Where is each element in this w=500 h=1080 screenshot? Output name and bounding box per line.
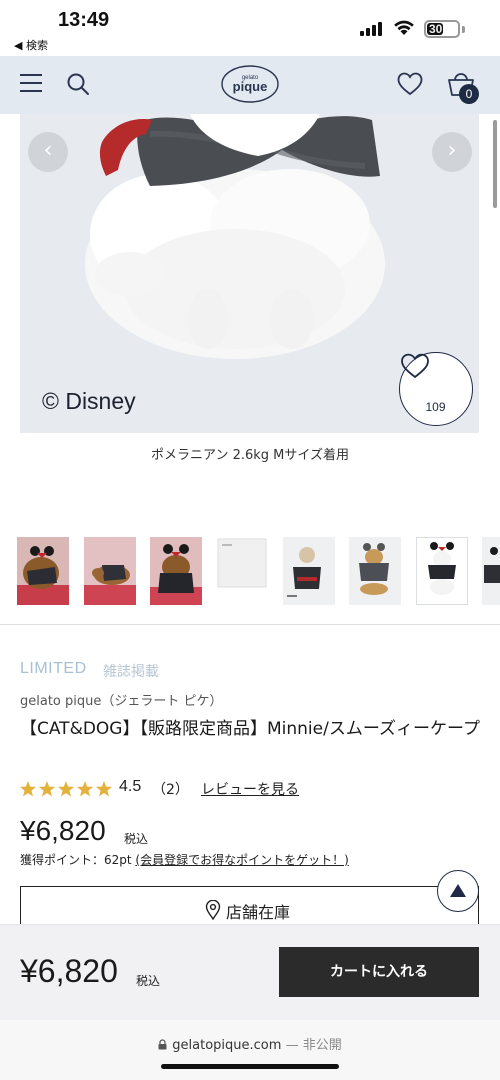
up-arrow-icon (450, 884, 466, 897)
member-signup-link[interactable]: (会員登録でお得なポイントをゲット！) (135, 853, 348, 867)
star-icon (38, 781, 56, 797)
star-icon (20, 781, 37, 797)
points-info: 獲得ポイント：62pt (会員登録でお得なポイントをゲット！) (20, 851, 349, 868)
thumbnail[interactable] (216, 537, 268, 605)
wishlist-heart-icon[interactable] (397, 72, 423, 96)
review-count: （2） (152, 782, 189, 798)
product-main-image[interactable]: ‹ › © Disney 109 (20, 114, 479, 433)
wifi-icon (394, 20, 414, 35)
address-domain: gelatopique.com (172, 1038, 282, 1053)
thumbnail[interactable] (17, 537, 69, 605)
add-to-cart-button[interactable]: カートに入れる (279, 947, 479, 997)
purchase-bar-tax-label: 税込 (136, 974, 161, 988)
browser-address-bar[interactable]: gelatopique.com — 非公開 (0, 1020, 500, 1080)
cellular-signal-icon (360, 22, 386, 36)
favorite-heart-icon (401, 353, 429, 379)
site-header: gelato pique 0 (0, 56, 500, 114)
scroll-to-top-button[interactable] (437, 870, 479, 912)
battery-level: 30 (429, 22, 443, 36)
favorite-button[interactable]: 109 (399, 352, 473, 426)
home-indicator[interactable] (161, 1064, 339, 1069)
favorite-count: 109 (425, 400, 446, 414)
disney-copyright: © Disney (42, 388, 136, 414)
thumbnail[interactable] (84, 537, 136, 605)
thumbnail[interactable] (482, 537, 500, 605)
purchase-bar-price: ¥6,820 (20, 953, 118, 989)
thumbnail[interactable] (283, 537, 335, 605)
thumbnail-strip[interactable] (17, 537, 500, 607)
star-icon (57, 781, 75, 797)
back-to-search-link[interactable]: ◀ 検索 (14, 37, 48, 53)
menu-icon[interactable] (20, 73, 42, 93)
clock: 13:49 (58, 9, 110, 31)
battery-icon: 30 (424, 20, 460, 38)
search-icon[interactable] (66, 72, 90, 96)
tax-included-label: 税込 (124, 832, 149, 846)
thumbnail[interactable] (150, 537, 202, 605)
purchase-bar: ¥6,820 税込 カートに入れる (0, 924, 500, 1020)
points-label: 獲得ポイント：62pt (20, 853, 132, 867)
image-caption: ポメラニアン 2.6kg Mサイズ着用 (150, 448, 350, 463)
gallery-next-button[interactable]: › (432, 132, 472, 172)
logo-bottom-text: pique (233, 79, 268, 94)
gallery-prev-button[interactable]: ‹ (28, 132, 68, 172)
rating-value: 4.5 (119, 778, 142, 795)
star-icon (76, 781, 94, 797)
brand-name[interactable]: gelato pique（ジェラート ピケ） (20, 690, 223, 709)
page-scrollbar[interactable] (493, 120, 497, 208)
star-icon (95, 781, 113, 797)
product-title: 【CAT&DOG】【販路限定商品】Minnie/スムーズィーケープ (20, 719, 480, 739)
view-reviews-link[interactable]: レビューを見る (201, 779, 299, 799)
address-visibility: — 非公開 (285, 1038, 342, 1053)
section-divider (0, 624, 500, 625)
rating-stars (20, 781, 113, 797)
status-bar: 13:49 ◀ 検索 30 (0, 0, 500, 56)
product-price: ¥6,820 (20, 815, 106, 846)
address-text[interactable]: gelatopique.com — 非公開 (0, 1034, 500, 1053)
gelato-pique-logo[interactable]: gelato pique (220, 64, 280, 104)
cart-count-badge: 0 (459, 84, 479, 104)
limited-tag: LIMITED (20, 660, 87, 677)
location-pin-icon (205, 900, 221, 920)
store-stock-label: 店舗在庫 (226, 903, 291, 922)
thumbnail[interactable] (416, 537, 468, 605)
thumbnail[interactable] (349, 537, 401, 605)
magazine-tag: 雑誌掲載 (103, 664, 159, 680)
lock-icon (158, 1039, 167, 1050)
